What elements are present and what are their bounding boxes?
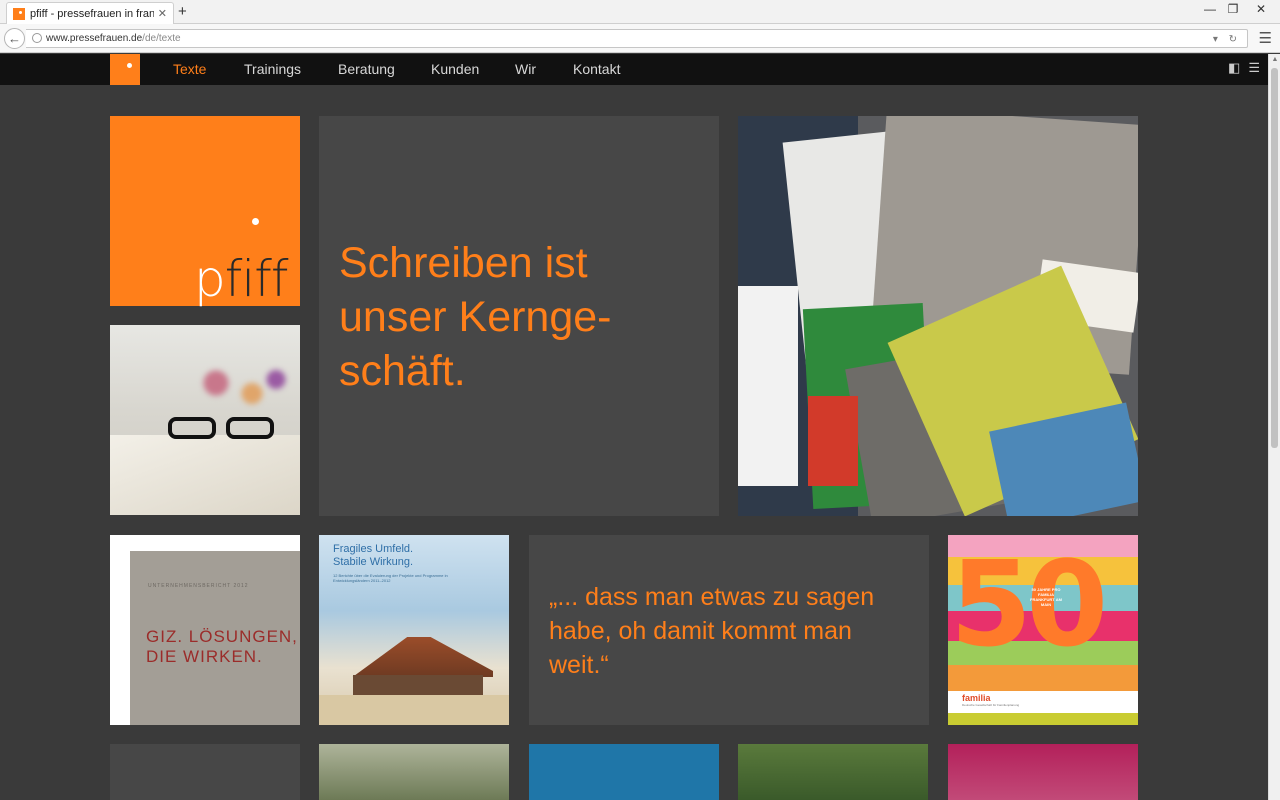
quote-text: „... dass man etwas zu sagen habe, oh da…: [549, 583, 875, 679]
window-close-button[interactable]: ✕: [1250, 2, 1272, 16]
giz-title: GIZ. LÖSUNGEN, DIE WIRKEN.: [146, 627, 298, 666]
stripe-shape: [948, 713, 1138, 725]
tab-title: pfiff - pressefrauen in frank...: [30, 7, 154, 20]
tile-50-jahre[interactable]: 50 50 JAHRE PRO FAMILIA FRANKFURT AM MAI…: [948, 535, 1138, 725]
tile-row3-empty: [110, 744, 300, 800]
giz-cover: UNTERNEHMENSBERICHT 2012 GIZ. LÖSUNGEN, D…: [130, 551, 300, 725]
fragil-title: Fragiles Umfeld. Stabile Wirkung.: [333, 543, 414, 568]
globe-icon: [32, 33, 42, 44]
nav-icons: ◧ ☰: [1220, 60, 1260, 76]
logo-dot: [252, 218, 259, 225]
logo-tile: pfiff: [110, 116, 300, 306]
nav-item-kontakt[interactable]: Kontakt: [573, 54, 620, 85]
tile-giz-report[interactable]: UNTERNEHMENSBERICHT 2012 GIZ. LÖSUNGEN, D…: [110, 535, 300, 725]
nav-item-beratung[interactable]: Beratung: [338, 54, 395, 85]
back-button[interactable]: ←: [4, 28, 25, 49]
browser-addressbar: ← www.pressefrauen.de/de/texte ▾ ↻ ☰: [0, 24, 1280, 53]
pub-shape: [808, 396, 858, 486]
page-headline: Schreiben ist unser Kernge-schäft.: [339, 239, 612, 395]
scroll-thumb[interactable]: [1271, 68, 1278, 448]
hut-body-shape: [353, 675, 483, 695]
nav-item-wir[interactable]: Wir: [515, 54, 536, 85]
url-host: www.pressefrauen.de: [46, 33, 143, 44]
pro-familia-subtitle: Deutsche Gesellschaft für Familienplanun…: [962, 703, 1020, 707]
tile-row3-blue-cover[interactable]: [529, 744, 719, 800]
scroll-up-icon[interactable]: ▲: [1269, 56, 1280, 63]
url-input[interactable]: www.pressefrauen.de/de/texte ▾ ↻: [26, 29, 1248, 48]
tile-row3-garden[interactable]: [319, 744, 509, 800]
tile-fragiles-umfeld[interactable]: Fragiles Umfeld. Stabile Wirkung. 12 Beri…: [319, 535, 509, 725]
giz-small-title: UNTERNEHMENSBERICHT 2012: [148, 583, 249, 589]
page-scrollbar[interactable]: ▲: [1268, 54, 1280, 800]
reader-view-icon[interactable]: ◧: [1228, 60, 1240, 75]
glasses-right-lens: [226, 417, 274, 439]
window-minimize-button[interactable]: —: [1199, 2, 1221, 16]
site-favicon-icon: [13, 7, 25, 20]
nav-item-texte[interactable]: Texte: [173, 54, 206, 85]
ground-shape: [319, 695, 509, 725]
tab-close-icon[interactable]: ✕: [158, 7, 167, 20]
site-nav: Texte Trainings Beratung Kunden Wir Kont…: [0, 54, 1268, 85]
quote-tile: „... dass man etwas zu sagen habe, oh da…: [529, 535, 929, 725]
pfiff-logo: pfiff: [194, 250, 288, 308]
fragil-subtitle: 12 Berichte über die Evaluierung der Pro…: [333, 573, 448, 583]
tile-row3-people[interactable]: [738, 744, 928, 800]
reload-icon[interactable]: ▾ ↻: [1213, 31, 1241, 48]
glasses-left-lens: [168, 417, 216, 439]
headline-tile: Schreiben ist unser Kernge-schäft.: [319, 116, 719, 516]
nav-logo[interactable]: [110, 54, 140, 85]
paper-shape: [110, 435, 300, 515]
nav-item-trainings[interactable]: Trainings: [244, 54, 301, 85]
tile-row3-magenta[interactable]: [948, 744, 1138, 800]
fifty-caption: 50 JAHRE PRO FAMILIA FRANKFURT AM MAIN: [1030, 587, 1062, 607]
image-publications-collage[interactable]: [738, 116, 1138, 516]
pro-familia-brand: familia: [962, 693, 991, 703]
hamburger-menu-icon[interactable]: ☰: [1248, 60, 1260, 75]
pub-shape: [738, 286, 798, 486]
image-glasses-on-paper[interactable]: [110, 325, 300, 515]
browser-menu-icon[interactable]: ☰: [1259, 29, 1272, 47]
new-tab-button[interactable]: +: [178, 3, 187, 20]
flowers-shape: [180, 355, 300, 425]
url-path: /de/texte: [142, 33, 181, 44]
browser-tab[interactable]: pfiff - pressefrauen in frank... ✕: [6, 2, 174, 24]
nav-item-kunden[interactable]: Kunden: [431, 54, 479, 85]
window-restore-button[interactable]: ❐: [1222, 2, 1244, 16]
hut-roof-shape: [352, 637, 493, 677]
browser-tabbar: pfiff - pressefrauen in frank... ✕ + — ❐…: [0, 0, 1280, 24]
